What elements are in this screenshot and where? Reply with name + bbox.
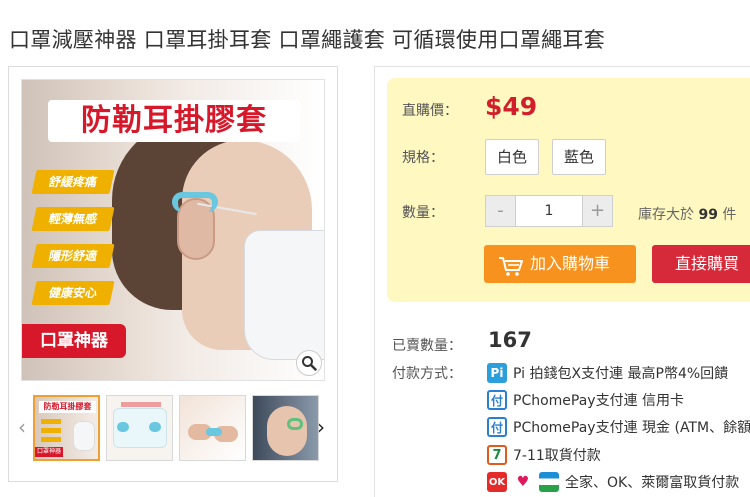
ok-mart-icon: OK (487, 472, 507, 492)
qty-label: 數量： (402, 205, 444, 221)
thumbnail-caption: 防勒耳掛膠套 (39, 401, 96, 413)
feature-badges: 舒緩疼痛 輕薄無感 隱形舒適 健康安心 (31, 170, 115, 318)
feature-badge: 舒緩疼痛 (31, 170, 115, 194)
feature-badge: 輕薄無感 (31, 207, 115, 231)
cart-icon (498, 253, 524, 291)
payment-method: 付 PChomePay支付連 現金 (ATM、餘額) (487, 416, 750, 438)
add-to-cart-label: 加入購物車 (530, 254, 611, 273)
feature-badge: 健康安心 (31, 281, 115, 305)
thumbnail-4[interactable] (252, 395, 319, 461)
stock-info: 庫存大於 99 件 (638, 204, 736, 224)
price-value: $49 (485, 92, 538, 121)
thumbnail-1[interactable]: 防勒耳掛膠套 口罩神器 (33, 395, 100, 461)
stock-value: 99 (698, 207, 718, 223)
payment-label: 付款方式： (392, 366, 462, 382)
product-gallery: 防勒耳掛膠套 舒緩疼痛 輕薄無感 隱形舒適 健康安心 口罩神器 ‹ 防勒耳掛膠套… (8, 66, 338, 482)
payment-method: 付 PChomePay支付連 信用卡 (487, 389, 684, 411)
hilife-icon: ♥ (513, 472, 533, 492)
payment-method: 7 7-11取貨付款 (487, 444, 601, 466)
pi-wallet-icon: Pi (487, 363, 507, 383)
thumbnail-ribbon: 口罩神器 (35, 447, 63, 457)
thumbnail-2[interactable] (106, 395, 173, 461)
thumb-next-icon[interactable]: › (317, 415, 325, 439)
buy-now-button[interactable]: 直接購買 (652, 245, 750, 283)
payment-method: Pi Pi 拍錢包X支付連 最高P幣4%回饋 (487, 362, 728, 384)
pchomepay-icon: 付 (487, 390, 507, 410)
quantity-stepper: - 1 + (485, 195, 613, 227)
photo-mask (244, 230, 324, 360)
qty-decrement-button[interactable]: - (486, 196, 516, 226)
sold-label: 已賣數量： (392, 338, 462, 354)
qty-increment-button[interactable]: + (582, 196, 612, 226)
price-label: 直購價： (402, 103, 458, 119)
stock-suffix: 件 (722, 207, 737, 223)
qty-input[interactable]: 1 (516, 196, 582, 226)
main-product-image[interactable]: 防勒耳掛膠套 舒緩疼痛 輕薄無感 隱形舒適 健康安心 口罩神器 (21, 79, 325, 381)
product-title: 口罩減壓神器 口罩耳掛耳套 口罩繩護套 可循環使用口罩繩耳套 (9, 28, 606, 52)
spec-label: 規格： (402, 150, 444, 166)
sold-count: 167 (488, 328, 532, 352)
family-mart-icon (539, 472, 559, 492)
payment-method: OK ♥ 全家、OK、萊爾富取貨付款 (487, 472, 740, 492)
promo-headline: 防勒耳掛膠套 (48, 100, 300, 142)
add-to-cart-button[interactable]: 加入購物車 (484, 245, 636, 283)
zoom-icon[interactable] (296, 350, 322, 376)
thumb-prev-icon[interactable]: ‹ (18, 415, 26, 439)
seven-eleven-icon: 7 (487, 445, 507, 465)
spec-option-white[interactable]: 白色 (485, 139, 539, 175)
feature-badge: 隱形舒適 (31, 244, 115, 268)
stock-prefix: 庫存大於 (638, 207, 694, 223)
pchomepay-icon: 付 (487, 417, 507, 437)
thumbnail-3[interactable] (179, 395, 246, 461)
thumbnail-strip: 防勒耳掛膠套 口罩神器 (33, 395, 319, 461)
spec-option-blue[interactable]: 藍色 (552, 139, 606, 175)
brand-ribbon: 口罩神器 (22, 324, 126, 358)
ear-hook-product (172, 192, 218, 212)
